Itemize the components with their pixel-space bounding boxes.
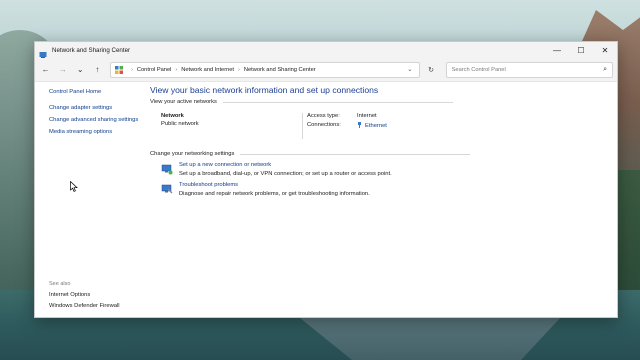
- close-button[interactable]: ✕: [593, 42, 617, 58]
- address-bar[interactable]: › Control Panel › Network and Internet ›…: [110, 61, 421, 78]
- search-input[interactable]: Search Control Panel ⌕: [445, 61, 614, 78]
- up-arrow-icon[interactable]: ↑: [91, 63, 104, 77]
- search-icon[interactable]: ⌕: [603, 66, 607, 74]
- access-type-label: Access type:: [307, 113, 340, 119]
- active-networks-title: View your active networks: [150, 99, 217, 105]
- ethernet-connection-link[interactable]: Ethernet: [365, 123, 387, 129]
- sidebar: Control Panel Home Change adapter settin…: [35, 83, 143, 317]
- see-also-link-defender-firewall[interactable]: Windows Defender Firewall: [49, 303, 120, 310]
- access-type-value: Internet: [357, 113, 377, 119]
- see-also-section: See also Internet Options Windows Defend…: [49, 281, 120, 314]
- back-arrow-icon[interactable]: ←: [39, 63, 52, 77]
- breadcrumb-separator[interactable]: ›: [175, 67, 177, 73]
- breadcrumb-control-panel[interactable]: Control Panel: [137, 67, 171, 73]
- network-sharing-center-window: Network and Sharing Center — ☐ ✕ ← → ⌄ ↑…: [34, 41, 618, 318]
- main-panel: View your basic network information and …: [143, 83, 617, 317]
- breadcrumb-separator: ›: [131, 66, 133, 73]
- navigation-bar: ← → ⌄ ↑ › Control Panel › Network and In…: [35, 58, 617, 82]
- recent-locations-chevron-icon[interactable]: ⌄: [74, 63, 87, 77]
- task-troubleshoot: Troubleshoot problems Diagnose and repai…: [161, 182, 617, 197]
- ethernet-icon: [357, 122, 362, 128]
- breadcrumb-separator[interactable]: ›: [238, 67, 240, 73]
- control-panel-icon: [115, 65, 124, 74]
- maximize-button[interactable]: ☐: [569, 42, 593, 58]
- mouse-pointer-icon: [70, 179, 78, 192]
- sidebar-link-change-adapter-settings[interactable]: Change adapter settings: [49, 105, 143, 112]
- forward-arrow-icon[interactable]: →: [56, 63, 69, 77]
- troubleshoot-description: Diagnose and repair network problems, or…: [179, 191, 370, 197]
- network-center-icon: [39, 46, 47, 58]
- active-network-card: Network Public network Access type: Inte…: [150, 113, 617, 139]
- content-area: Control Panel Home Change adapter settin…: [35, 83, 617, 317]
- setup-connection-link[interactable]: Set up a new connection or network: [179, 162, 392, 168]
- window-title: Network and Sharing Center: [52, 46, 131, 54]
- section-divider: [240, 153, 471, 155]
- search-placeholder: Search Control Panel: [451, 66, 506, 73]
- minimize-button[interactable]: —: [545, 42, 569, 58]
- refresh-icon[interactable]: ↻: [424, 62, 437, 78]
- task-setup-connection: Set up a new connection or network Set u…: [161, 162, 617, 177]
- sidebar-link-advanced-sharing-settings[interactable]: Change advanced sharing settings: [49, 117, 143, 124]
- section-divider: [222, 101, 453, 103]
- sidebar-link-media-streaming-options[interactable]: Media streaming options: [49, 129, 143, 136]
- networking-settings-title: Change your networking settings: [150, 151, 235, 157]
- setup-connection-description: Set up a broadband, dial-up, or VPN conn…: [179, 171, 392, 177]
- address-dropdown-chevron-icon[interactable]: ⌄: [407, 66, 412, 73]
- breadcrumb-network-sharing-center[interactable]: Network and Sharing Center: [244, 67, 316, 73]
- new-connection-icon: [161, 162, 173, 175]
- page-heading: View your basic network information and …: [150, 85, 379, 95]
- connections-label: Connections:: [307, 122, 341, 128]
- troubleshoot-icon: [161, 182, 173, 194]
- network-name: Network: [161, 113, 184, 119]
- see-also-header: See also: [49, 281, 71, 287]
- sidebar-link-control-panel-home[interactable]: Control Panel Home: [49, 89, 143, 96]
- breadcrumb-network-internet[interactable]: Network and Internet: [181, 67, 234, 73]
- network-type: Public network: [161, 121, 199, 127]
- networking-settings-header: Change your networking settings: [150, 151, 617, 157]
- title-bar[interactable]: Network and Sharing Center — ☐ ✕: [35, 42, 617, 58]
- troubleshoot-problems-link[interactable]: Troubleshoot problems: [179, 182, 370, 188]
- see-also-link-internet-options[interactable]: Internet Options: [49, 292, 120, 299]
- active-networks-header: View your active networks: [150, 99, 617, 105]
